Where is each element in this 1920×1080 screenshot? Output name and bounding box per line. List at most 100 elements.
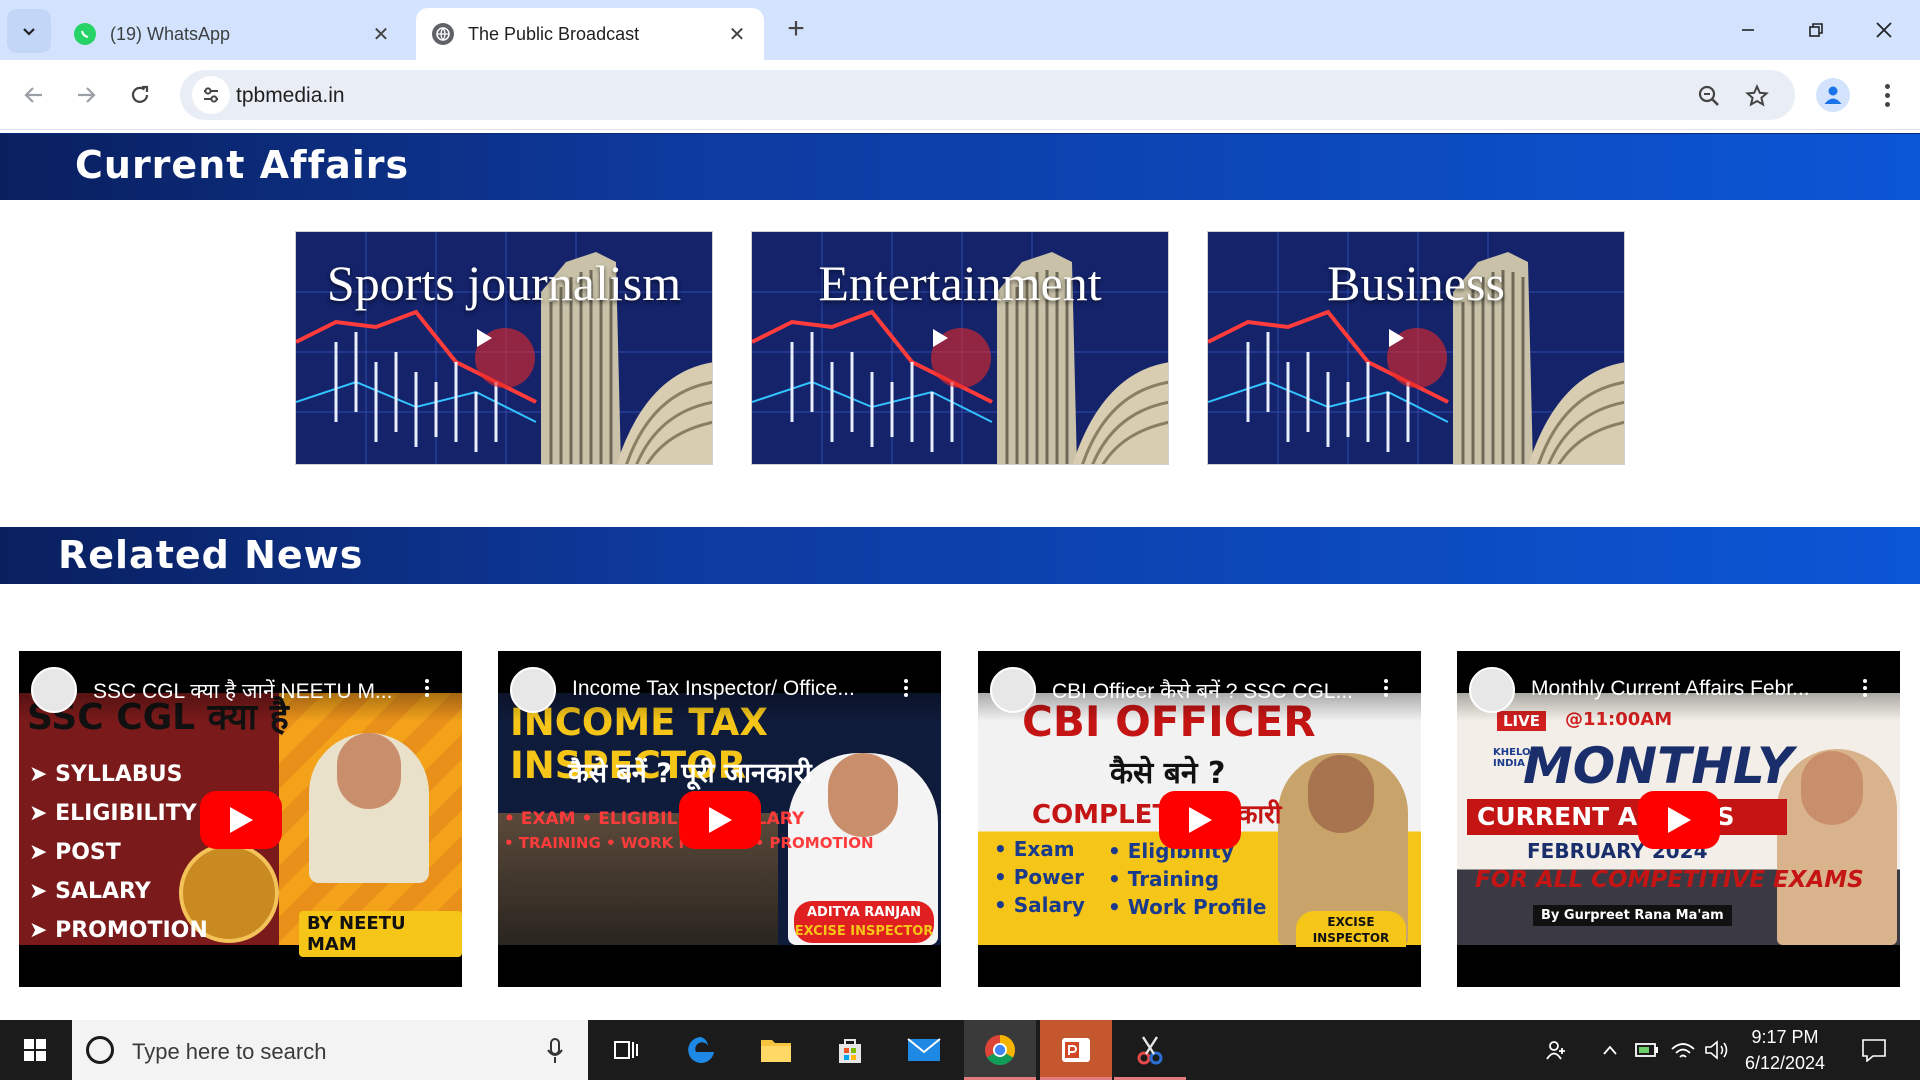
action-center-button[interactable] <box>1852 1020 1896 1080</box>
people-button[interactable] <box>1538 1020 1574 1080</box>
youtube-play-button[interactable] <box>1638 791 1720 849</box>
thumbnail-bullets: ➤ SYLLABUS ➤ ELIGIBILITY ➤ POST ➤ SALARY… <box>29 755 208 950</box>
url-text[interactable]: tpbmedia.in <box>236 84 345 108</box>
close-tab-icon[interactable]: ✕ <box>370 22 392 47</box>
folder-icon <box>761 1040 791 1062</box>
play-icon[interactable] <box>1387 328 1447 388</box>
chevron-down-icon <box>23 28 35 36</box>
task-view-button[interactable] <box>590 1020 662 1080</box>
tab-whatsapp[interactable]: (19) WhatsApp ✕ <box>58 8 408 60</box>
bullet-item: ➤ POST <box>29 840 121 865</box>
battery-icon <box>1635 1043 1658 1057</box>
arrow-right-icon <box>78 87 96 103</box>
show-hidden-icons-button[interactable] <box>1596 1020 1624 1080</box>
category-title: Business <box>1327 255 1505 311</box>
cortana-icon <box>86 1036 114 1064</box>
thumbnail-subline: कैसे बनें ? पूरी जानकारी <box>568 758 812 789</box>
youtube-play-button[interactable] <box>1159 791 1241 849</box>
close-tab-icon[interactable]: ✕ <box>726 22 748 47</box>
bullet-item: ➤ SYLLABUS <box>29 762 183 787</box>
category-card-sports[interactable]: Sports journalism <box>295 231 713 465</box>
powerpoint-icon <box>1062 1038 1090 1062</box>
bullet-item: ➤ SALARY <box>29 879 151 904</box>
youtube-play-button[interactable] <box>679 791 761 849</box>
zoom-button[interactable] <box>1695 82 1723 110</box>
whatsapp-icon <box>74 23 96 45</box>
battery-button[interactable] <box>1632 1020 1662 1080</box>
person-icon <box>1824 86 1842 104</box>
video-title[interactable]: CBI Officer कैसे बनें ? SSC CGL... <box>1052 677 1372 705</box>
store-app[interactable] <box>814 1020 886 1080</box>
channel-avatar[interactable] <box>510 667 556 713</box>
network-button[interactable] <box>1668 1020 1698 1080</box>
browser-toolbar: tpbmedia.in <box>0 60 1920 130</box>
video-embed-monthly-current-affairs[interactable]: LIVE @11:00AM KHELO INDIA MONTHLY CURREN… <box>1457 651 1900 987</box>
more-options-icon[interactable] <box>1380 679 1392 703</box>
snipping-tool-app[interactable] <box>1114 1020 1186 1080</box>
youtube-play-button[interactable] <box>200 791 282 849</box>
thumbnail-headline: MONTHLY <box>1523 737 1794 795</box>
tab-search-button[interactable] <box>7 9 51 53</box>
channel-avatar[interactable] <box>990 667 1036 713</box>
category-card-business[interactable]: Business <box>1207 231 1625 465</box>
tab-title: The Public Broadcast <box>468 23 640 44</box>
related-news-banner: Related News <box>0 527 1920 584</box>
play-icon[interactable] <box>475 328 535 388</box>
new-tab-button[interactable]: + <box>780 14 812 46</box>
browser-menu-button[interactable] <box>1872 76 1902 114</box>
video-embed-cbi-officer[interactable]: CBI OFFICER कैसे बने ? COMPLETE जानकारी … <box>978 651 1421 987</box>
edge-app[interactable] <box>665 1020 737 1080</box>
system-clock[interactable]: 9:17 PM 6/12/2024 <box>1725 1024 1845 1076</box>
star-icon <box>1745 84 1769 107</box>
more-options-icon[interactable] <box>900 679 912 703</box>
start-button[interactable] <box>0 1020 70 1080</box>
clock-date: 6/12/2024 <box>1744 1053 1826 1073</box>
tune-icon <box>204 87 218 103</box>
tab-public-broadcast[interactable]: The Public Broadcast ✕ <box>416 8 764 60</box>
site-info-button[interactable] <box>192 76 230 114</box>
video-title[interactable]: SSC CGL क्या है जानें NEETU M... <box>93 677 413 705</box>
thumbnail-badge: BY NEETU MAM <box>299 911 462 957</box>
thumbnail-badge: ADITYA RANJAN EXCISE INSPECTOR <box>794 901 934 943</box>
powerpoint-app[interactable] <box>1040 1020 1112 1080</box>
related-news-heading: Related News <box>58 533 364 577</box>
video-embed-ssc-cgl[interactable]: SSC CGL क्या है ➤ SYLLABUS ➤ ELIGIBILITY… <box>19 651 462 987</box>
channel-avatar[interactable] <box>1469 667 1515 713</box>
thumbnail-subline-2: COMPLETE जानकारी <box>1032 800 1282 830</box>
video-title[interactable]: Monthly Current Affairs Febr... <box>1531 677 1851 701</box>
microphone-icon[interactable] <box>542 1036 568 1066</box>
taskbar-search-box[interactable]: Type here to search <box>72 1020 588 1080</box>
thumbnail-subline: FOR ALL COMPETITIVE EXAMS <box>1475 867 1864 893</box>
chrome-app[interactable] <box>964 1020 1036 1080</box>
thumbnail-list-left: • Exam • Power • Salary <box>994 837 1085 917</box>
reload-button[interactable] <box>120 75 160 115</box>
back-button[interactable] <box>14 75 54 115</box>
close-window-button[interactable] <box>1854 10 1914 50</box>
wifi-icon <box>1671 1043 1695 1058</box>
task-view-icon <box>614 1041 638 1059</box>
profile-button[interactable] <box>1816 78 1850 112</box>
video-title[interactable]: Income Tax Inspector/ Office... <box>572 677 892 701</box>
category-card-entertainment[interactable]: Entertainment <box>751 231 1169 465</box>
play-icon[interactable] <box>931 328 991 388</box>
notification-icon <box>1862 1039 1886 1062</box>
thumbnail-badge: EXCISE INSPECTOR <box>1296 911 1406 947</box>
bookmark-button[interactable] <box>1743 82 1771 110</box>
mail-app[interactable] <box>888 1020 960 1080</box>
address-bar[interactable]: tpbmedia.in <box>180 70 1795 120</box>
more-options-icon[interactable] <box>1859 679 1871 703</box>
tab-title: (19) WhatsApp <box>110 23 231 44</box>
reload-icon <box>131 85 149 103</box>
file-explorer-app[interactable] <box>740 1020 812 1080</box>
forward-button[interactable] <box>66 75 106 115</box>
video-embed-income-tax[interactable]: INCOME TAX INSPECTOR कैसे बनें ? पूरी जा… <box>498 651 941 987</box>
scissors-icon <box>1137 1036 1163 1065</box>
channel-avatar[interactable] <box>31 667 77 713</box>
minimize-button[interactable] <box>1718 10 1778 50</box>
thumbnail-subline: कैसे बने ? <box>1110 756 1226 791</box>
more-options-icon[interactable] <box>421 679 433 703</box>
chrome-icon <box>985 1035 1015 1066</box>
current-affairs-heading: Current Affairs <box>75 143 410 187</box>
current-affairs-banner: Current Affairs <box>0 133 1920 200</box>
restore-button[interactable] <box>1786 10 1846 50</box>
